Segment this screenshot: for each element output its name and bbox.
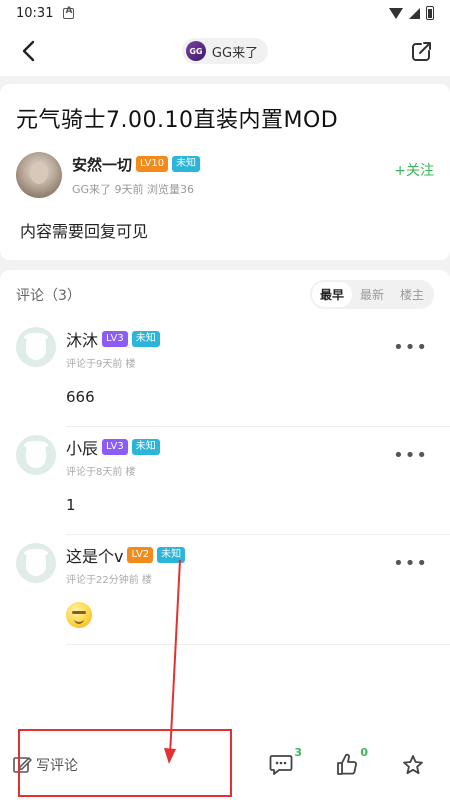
status-bar: 10:31 (0, 0, 450, 26)
author-status-badge: 未知 (172, 156, 201, 172)
sort-tab-author[interactable]: 楼主 (392, 282, 432, 307)
thumbs-up-icon (337, 753, 357, 775)
comment-meta: 评论于8天前 楼 (66, 467, 136, 478)
a-badge-icon (63, 6, 75, 19)
comment-text: 666 (66, 388, 95, 406)
commenter-avatar[interactable] (16, 435, 56, 475)
share-icon (412, 42, 431, 61)
cellular-icon (409, 7, 420, 19)
write-comment-label: 写评论 (36, 758, 78, 774)
more-options-icon[interactable]: ••• (393, 445, 428, 466)
author-avatar[interactable] (16, 152, 62, 198)
top-bar: GG GG来了 (0, 26, 450, 76)
commenter-avatar[interactable] (16, 327, 56, 367)
commenter-status-badge: 未知 (157, 547, 186, 563)
status-time: 10:31 (16, 5, 54, 21)
more-options-icon[interactable]: ••• (393, 337, 428, 358)
category-tag-label: GG来了 (211, 45, 259, 61)
comment-item: 沐沐 LV3 未知 评论于9天前 楼 ••• 666 (0, 327, 450, 427)
like-button[interactable]: 0 (334, 746, 368, 778)
commenter-name[interactable]: 小辰 (66, 435, 98, 459)
commenter-name[interactable]: 这是个v (66, 543, 123, 567)
back-button[interactable] (14, 37, 42, 65)
write-comment-button[interactable]: 写评论 (12, 755, 78, 775)
edit-icon (13, 757, 32, 773)
commenter-name[interactable]: 沐沐 (66, 327, 98, 351)
divider (66, 644, 450, 645)
sort-tabs: 最早 最新 楼主 (309, 280, 434, 309)
share-button[interactable] (408, 37, 436, 65)
divider (66, 426, 450, 427)
commenter-level-badge: LV2 (127, 547, 154, 563)
gg-logo-icon: GG (185, 41, 206, 61)
comments-title: 评论（3） (16, 287, 81, 304)
comment-text: 1 (66, 496, 76, 514)
comment-count: 3 (294, 746, 302, 759)
commenter-status-badge: 未知 (131, 439, 160, 455)
like-count: 0 (360, 746, 368, 759)
author-name[interactable]: 安然一切 (72, 154, 132, 175)
bottom-action-bar: 写评论 3 0 (0, 730, 450, 800)
commenter-status-badge: 未知 (131, 331, 160, 347)
comment-meta: 评论于9天前 楼 (66, 359, 136, 370)
star-icon (403, 755, 423, 775)
comment-item: 小辰 LV3 未知 评论于8天前 楼 ••• 1 (0, 435, 450, 535)
back-arrow-icon (22, 40, 35, 62)
author-row: 安然一切 LV10 未知 GG来了 9天前 浏览量36 +关注 (16, 152, 434, 198)
author-level-badge: LV10 (136, 156, 169, 172)
post-content: 内容需要回复可见 (20, 222, 149, 241)
commenter-level-badge: LV3 (102, 331, 128, 347)
commenter-avatar[interactable] (16, 543, 56, 583)
comment-item: 这是个v LV2 未知 评论于22分钟前 楼 ••• (0, 543, 450, 645)
more-options-icon[interactable]: ••• (393, 553, 428, 574)
divider (66, 534, 450, 535)
wifi-icon (389, 7, 403, 19)
post-card: 元气骑士7.00.10直装内置MOD 安然一切 LV10 未知 GG来了 9天前… (0, 84, 450, 260)
post-title: 元气骑士7.00.10直装内置MOD (16, 108, 339, 133)
comments-button[interactable]: 3 (268, 746, 302, 778)
emoji-sticker-icon (66, 602, 92, 628)
sort-tab-earliest[interactable]: 最早 (311, 282, 352, 307)
category-tag[interactable]: GG GG来了 (181, 38, 269, 64)
battery-icon (426, 6, 434, 20)
comment-meta: 评论于22分钟前 楼 (66, 575, 152, 586)
comment-bubble-icon (269, 755, 293, 775)
follow-button[interactable]: +关注 (394, 160, 434, 180)
sort-tab-latest[interactable]: 最新 (352, 282, 392, 307)
post-meta: GG来了 9天前 浏览量36 (72, 182, 195, 196)
commenter-level-badge: LV3 (102, 439, 128, 455)
favorite-button[interactable] (400, 752, 426, 778)
comments-section: 评论（3） 最早 最新 楼主 沐沐 LV3 未知 评论于9天前 楼 ••• 66… (0, 270, 450, 730)
